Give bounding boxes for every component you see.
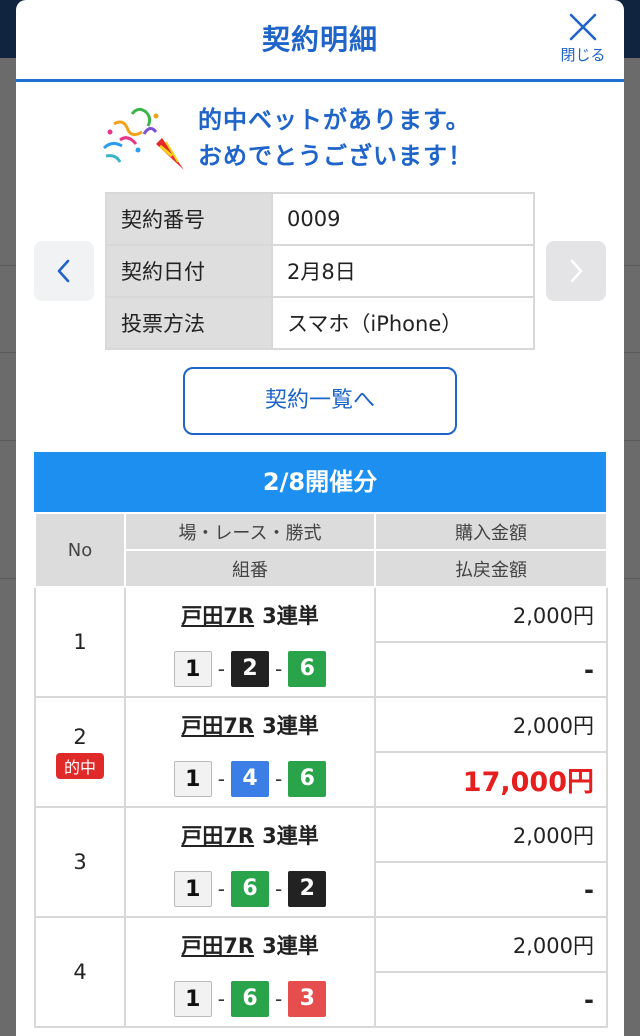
party-popper-icon [102, 107, 184, 170]
modal-title: 契約明細 [261, 23, 378, 56]
contract-info-table: 契約番号 0009 契約日付 2月8日 投票方法 スマホ（iPhone） [105, 192, 535, 350]
boat-number: 6 [288, 651, 327, 687]
bet-type: 3連単 [262, 714, 319, 738]
boat-number: 6 [288, 761, 327, 797]
payout-value: 17,000円 [462, 767, 594, 798]
bet-number: 3 [73, 850, 87, 874]
race-cell: 戸田7R 3連単 [124, 696, 376, 752]
boat-number: 6 [231, 981, 269, 1017]
boat-number: 1 [173, 981, 212, 1017]
session-title: 2/8開催分 [34, 452, 606, 512]
race-cell: 戸田7R 3連単 [124, 806, 376, 862]
payout-value: - [584, 875, 594, 904]
voting-method-value: スマホ（iPhone） [271, 296, 535, 350]
close-icon [569, 13, 597, 41]
combination-cell: 1- 2- 6 [124, 642, 376, 698]
contract-number-label: 契約番号 [105, 192, 273, 246]
bet-type: 3連単 [262, 934, 319, 958]
boat-number: 4 [231, 761, 269, 797]
purchase-amount: 2,000円 [374, 916, 608, 973]
header-purchase: 購入金額 [374, 512, 608, 551]
race-link[interactable]: 戸田7R [181, 824, 254, 848]
boat-number: 1 [173, 761, 212, 797]
bets-table: No 場・レース・勝式 購入金額 組番 払戻金額 1 戸田7R 3連単 2,000… [34, 512, 608, 1028]
celebration-line-1: 的中ベットがあります。 [198, 106, 471, 134]
purchase-amount: 2,000円 [374, 586, 608, 643]
combination-cell: 1- 6- 3 [124, 972, 376, 1028]
boat-number: 1 [173, 871, 212, 907]
chevron-left-icon [57, 259, 70, 283]
contract-date-value: 2月8日 [271, 244, 535, 298]
race-link[interactable]: 戸田7R [181, 714, 254, 738]
chevron-right-icon [570, 259, 583, 283]
race-link[interactable]: 戸田7R [181, 934, 254, 958]
contract-list-button[interactable]: 契約一覧へ [183, 367, 457, 435]
close-label: 閉じる [560, 46, 606, 64]
table-row: 3 戸田7R 3連単 2,000円 [34, 806, 608, 918]
bet-number: 2 [73, 725, 87, 749]
voting-method-label: 投票方法 [105, 296, 273, 350]
header-combination: 組番 [124, 549, 376, 588]
race-cell: 戸田7R 3連単 [124, 916, 376, 972]
header-no: No [34, 512, 126, 588]
bet-no-cell: 2 的中 [34, 696, 126, 808]
combination-cell: 1- 4- 6 [124, 752, 376, 808]
bet-type: 3連単 [262, 824, 319, 848]
payout-amount: - [374, 641, 608, 698]
boat-number: 1 [173, 651, 212, 687]
boat-number: 2 [231, 651, 269, 687]
combination-cell: 1- 6- 2 [124, 862, 376, 918]
table-row: 1 戸田7R 3連単 2,000円 [34, 586, 608, 698]
purchase-amount: 2,000円 [374, 806, 608, 863]
next-contract-button[interactable] [546, 241, 606, 301]
header-payout: 払戻金額 [374, 549, 608, 588]
info-row: 投票方法 スマホ（iPhone） [105, 296, 535, 350]
info-row: 契約番号 0009 [105, 192, 535, 246]
bet-no-cell: 3 [34, 806, 126, 918]
table-row: 2 的中 戸田7R 3連単 2,000円 [34, 696, 608, 808]
race-link[interactable]: 戸田7R [181, 604, 254, 628]
bet-no-cell: 4 [34, 916, 126, 1028]
race-cell: 戸田7R 3連単 [124, 586, 376, 642]
modal-header: 契約明細 閉じる [16, 0, 624, 82]
payout-value: - [584, 985, 594, 1014]
contract-detail-modal: 契約明細 閉じる 的中ベットがあります。 おめでとうございます！ 契約番号 00… [16, 0, 624, 1036]
boat-number: 2 [288, 871, 327, 907]
bet-number: 1 [73, 630, 87, 654]
payout-amount: 17,000円 [374, 751, 608, 808]
table-row: 4 戸田7R 3連単 2,000円 [34, 916, 608, 1028]
payout-amount: - [374, 861, 608, 918]
boat-number: 6 [231, 871, 269, 907]
close-button[interactable]: 閉じる [550, 10, 616, 70]
payout-value: - [584, 655, 594, 684]
boat-number: 3 [288, 981, 327, 1017]
contract-date-label: 契約日付 [105, 244, 273, 298]
celebration-message: 的中ベットがあります。 おめでとうございます！ [98, 98, 578, 178]
bet-number: 4 [73, 960, 87, 984]
purchase-amount: 2,000円 [374, 696, 608, 753]
contract-number-value: 0009 [271, 192, 535, 246]
previous-contract-button[interactable] [34, 241, 94, 301]
header-venue: 場・レース・勝式 [124, 512, 376, 551]
bet-type: 3連単 [262, 604, 319, 628]
celebration-line-2: おめでとうございます！ [198, 142, 473, 170]
info-row: 契約日付 2月8日 [105, 244, 535, 298]
payout-amount: - [374, 971, 608, 1028]
hit-badge: 的中 [55, 753, 104, 779]
bet-no-cell: 1 [34, 586, 126, 698]
